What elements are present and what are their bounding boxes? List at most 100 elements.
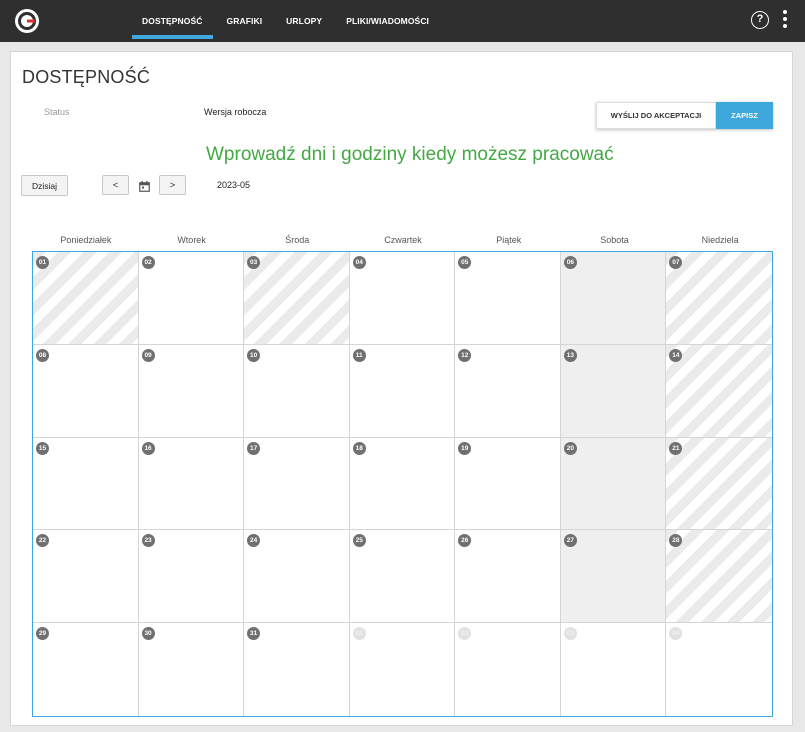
action-buttons: WYŚLIJ DO AKCEPTACJI ZAPISZ: [596, 102, 773, 129]
day-number-badge: 12: [458, 348, 472, 362]
status-label: Status: [44, 107, 70, 117]
day-cell[interactable]: 15: [33, 437, 139, 531]
nav-item-schedules[interactable]: GRAFIKI: [227, 0, 263, 42]
weekday-label: Środa: [285, 235, 310, 245]
day-cell[interactable]: 27: [560, 530, 667, 624]
day-cell[interactable]: 16: [138, 437, 245, 531]
day-number-badge: 04: [352, 256, 366, 269]
day-cell[interactable]: 03: [244, 252, 350, 345]
day-number-badge: 21: [669, 441, 683, 455]
day-number-badge: 13: [563, 348, 577, 362]
day-cell[interactable]: 06: [560, 252, 667, 345]
day-cell[interactable]: 01: [33, 252, 139, 345]
weekday-label: Niedziela: [701, 235, 739, 245]
more-vertical-icon[interactable]: [781, 10, 789, 32]
prev-month-button[interactable]: <: [102, 175, 129, 195]
day-number-badge: 17: [247, 441, 261, 455]
day-number-badge: 07: [669, 256, 683, 269]
day-cell[interactable]: 13: [560, 344, 667, 438]
day-cell[interactable]: 31: [244, 623, 350, 716]
day-number-badge: 23: [141, 534, 155, 548]
day-cell[interactable]: 01: [349, 623, 456, 716]
day-number-badge: 10: [247, 348, 261, 362]
day-cell[interactable]: 18: [349, 437, 456, 531]
day-number-badge: 18: [352, 441, 366, 455]
day-cell[interactable]: 09: [138, 344, 245, 438]
day-number-badge: 03: [563, 627, 577, 641]
day-cell[interactable]: 19: [455, 437, 561, 531]
day-number-badge: 05: [458, 256, 472, 269]
day-cell[interactable]: 05: [455, 252, 561, 345]
day-cell[interactable]: 03: [560, 623, 667, 716]
day-number-badge: 08: [36, 348, 49, 362]
day-number-badge: 16: [141, 441, 155, 455]
day-cell[interactable]: 20: [560, 437, 667, 531]
day-number-badge: 03: [247, 256, 261, 269]
day-number-badge: 24: [247, 534, 261, 548]
day-number-badge: 19: [458, 441, 472, 455]
day-number-badge: 01: [36, 256, 49, 269]
day-cell[interactable]: 07: [666, 252, 772, 345]
day-number-badge: 29: [36, 627, 49, 641]
page-title: DOSTĘPNOŚĆ: [22, 67, 151, 87]
day-number-badge: 20: [563, 441, 577, 455]
day-cell[interactable]: 24: [244, 530, 350, 624]
availability-panel: DOSTĘPNOŚĆ Status Wersja robocza WYŚLIJ …: [10, 51, 793, 726]
day-number-badge: 02: [458, 627, 472, 641]
day-cell[interactable]: 02: [138, 252, 245, 345]
day-number-badge: 25: [352, 534, 366, 548]
day-number-badge: 06: [563, 256, 577, 269]
weekday-label: Poniedziałek: [60, 235, 112, 245]
day-number-badge: 28: [669, 534, 683, 548]
status-value: Wersja robocza: [204, 107, 267, 117]
day-cell[interactable]: 21: [666, 437, 772, 531]
weekday-label: Piątek: [496, 235, 522, 245]
day-cell[interactable]: 28: [666, 530, 772, 624]
day-cell[interactable]: 04: [666, 623, 772, 716]
calendar-grid: 01 02 03 04 05 06 07 08 09 10 11 12 13 14 15 16 17 18 19 20…: [32, 251, 773, 717]
day-cell[interactable]: 11: [349, 344, 456, 438]
weekday-header: Poniedziałek Wtorek Środa Czwartek Piąte…: [33, 235, 773, 245]
day-number-badge: 04: [669, 627, 683, 641]
nav-item-leave[interactable]: URLOPY: [286, 0, 322, 42]
day-cell[interactable]: 25: [349, 530, 456, 624]
send-for-approval-button[interactable]: WYŚLIJ DO AKCEPTACJI: [596, 102, 716, 129]
day-number-badge: 01: [352, 627, 366, 641]
day-number-badge: 14: [669, 348, 683, 362]
day-cell[interactable]: 29: [33, 623, 139, 716]
nav-item-files-messages[interactable]: PLIKI/WIADOMOŚCI: [346, 0, 429, 42]
day-number-badge: 02: [141, 256, 155, 269]
next-month-button[interactable]: >: [159, 175, 186, 195]
logo-icon[interactable]: [14, 8, 40, 34]
day-number-badge: 22: [36, 534, 49, 548]
weekday-label: Wtorek: [177, 235, 206, 245]
month-label: 2023-05: [217, 180, 251, 190]
day-cell[interactable]: 26: [455, 530, 561, 624]
day-cell[interactable]: 14: [666, 344, 772, 438]
main-nav: DOSTĘPNOŚĆ GRAFIKI URLOPY PLIKI/WIADOMOŚ…: [132, 0, 453, 42]
today-button[interactable]: Dzisiaj: [21, 175, 68, 196]
weekday-label: Sobota: [600, 235, 629, 245]
day-number-badge: 31: [247, 627, 261, 641]
day-cell[interactable]: 04: [349, 252, 456, 345]
day-cell[interactable]: 17: [244, 437, 350, 531]
weekday-label: Czwartek: [384, 235, 422, 245]
day-number-badge: 30: [141, 627, 155, 641]
help-icon[interactable]: ?: [751, 11, 769, 29]
day-number-badge: 27: [563, 534, 577, 548]
day-number-badge: 15: [36, 441, 49, 455]
day-cell[interactable]: 08: [33, 344, 139, 438]
day-cell[interactable]: 23: [138, 530, 245, 624]
day-number-badge: 09: [141, 348, 155, 362]
top-bar: DOSTĘPNOŚĆ GRAFIKI URLOPY PLIKI/WIADOMOŚ…: [0, 0, 805, 42]
day-cell[interactable]: 30: [138, 623, 245, 716]
day-number-badge: 11: [352, 348, 366, 362]
day-number-badge: 26: [458, 534, 472, 548]
day-cell[interactable]: 12: [455, 344, 561, 438]
day-cell[interactable]: 22: [33, 530, 139, 624]
day-cell[interactable]: 02: [455, 623, 561, 716]
day-cell[interactable]: 10: [244, 344, 350, 438]
calendar-icon[interactable]: [139, 181, 150, 192]
save-button[interactable]: ZAPISZ: [716, 102, 773, 129]
nav-item-availability[interactable]: DOSTĘPNOŚĆ: [132, 0, 212, 42]
